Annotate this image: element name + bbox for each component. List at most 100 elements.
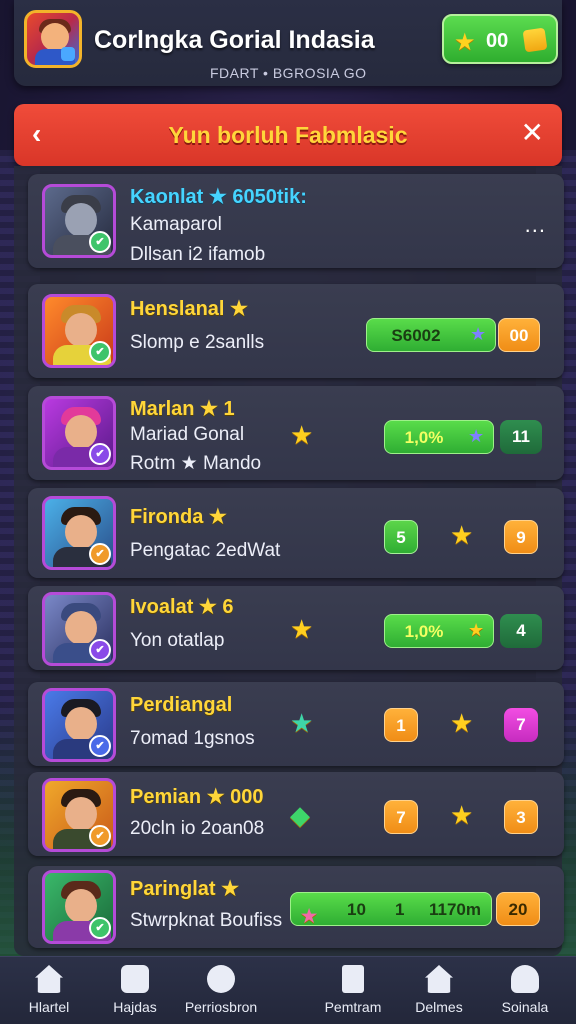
player-line1: Yon otatlap (130, 630, 225, 651)
home-icon (35, 965, 63, 993)
player-row[interactable]: ✔ Ivoalat ★ 6 Yon otatlap ★ 1,0% ★ 4 (28, 586, 564, 670)
value-badge[interactable]: 9 (504, 520, 538, 554)
star-icon: ★ (468, 620, 485, 640)
nav-label: Pemtram (324, 999, 382, 1015)
player-name: Perdiangal (130, 694, 233, 716)
avatar: ✔ (42, 870, 116, 944)
player-line1: Pengatac 2edWat (130, 540, 281, 561)
bar-value-1: 10 (347, 900, 366, 919)
check-badge-icon: ✔ (89, 543, 111, 565)
star-icon: ★ (450, 800, 474, 830)
player-line1: Slomp e 2sanlls (130, 332, 265, 353)
star-icon: ★ (290, 708, 314, 738)
player-row[interactable]: ✔ Fironda ★ Pengatac 2edWat 5 ★ 9 (28, 488, 564, 578)
avatar: ✔ (42, 396, 116, 470)
nav-item-home[interactable]: Hlartel (4, 965, 94, 1015)
value-badge[interactable]: 11 (500, 420, 542, 454)
player-row[interactable]: ✔ Pemian ★ 000 20cln io 2oan08 ◆ 7 ★ 3 (28, 772, 564, 856)
star-icon: ★ (290, 614, 314, 644)
avatar: ✔ (42, 496, 116, 570)
puzzle-icon (207, 965, 235, 993)
nav-item-tablet[interactable]: Pemtram (308, 965, 398, 1015)
nav-item-house[interactable]: Delmes (394, 965, 484, 1015)
shield-badge-icon: ✔ (89, 341, 111, 363)
check-badge-icon: ✔ (89, 639, 111, 661)
avatar: ✔ (42, 688, 116, 762)
avatar: ✔ (42, 294, 116, 368)
nav-item-dice[interactable]: Hajdas (90, 965, 180, 1015)
check-badge-icon: ✔ (89, 443, 111, 465)
value-badge[interactable]: 00 (498, 318, 540, 352)
bar-value-2: 1 (395, 900, 405, 919)
star-icon: ★ (454, 29, 476, 56)
nav-item-puzzle[interactable]: Perriosbron (176, 965, 266, 1015)
value-badge[interactable]: 7 (504, 708, 538, 742)
avatar: ✔ (42, 592, 116, 666)
dice-icon (121, 965, 149, 993)
app-title: Corlngka Gorial Indasia (94, 26, 375, 54)
star-icon: ★ (450, 708, 474, 738)
stat-value: 1,0% (404, 622, 444, 641)
player-row[interactable]: ✔ Paringlat ★ Stwrpknat Boufiss ★ 10 1 1… (28, 866, 564, 948)
player-name: Fironda ★ (130, 506, 227, 528)
ticket-icon (522, 27, 548, 53)
shield-badge-icon: ✔ (89, 231, 111, 253)
nav-label: Hlartel (28, 999, 70, 1015)
value-badge[interactable]: 1 (384, 708, 418, 742)
nav-label: Hajdas (113, 999, 157, 1015)
stat-value: 1,0% (404, 428, 444, 447)
player-row[interactable]: ✔ Perdiangal 7omad 1gsnos ★ 1 ★ 7 (28, 682, 564, 766)
app-subtitle: FDART • BGROSIA GO (210, 65, 367, 81)
nav-label: Perriosbron (184, 999, 258, 1015)
value-badge[interactable]: 4 (500, 614, 542, 648)
player-line1: 7omad 1gsnos (130, 728, 255, 749)
star-icon: ★ (290, 420, 314, 450)
shield-icon: ◆ (290, 800, 310, 830)
value-badge[interactable]: 7 (384, 800, 418, 834)
player-row[interactable]: ✔ Marlan ★ 1 Mariad Gonal Rotm ★ Mando ★… (28, 386, 564, 480)
more-options-icon[interactable]: ... (525, 212, 546, 238)
top-header: Corlngka Gorial Indasia FDART • BGROSIA … (14, 0, 562, 86)
bar-value-3: 1170m (429, 900, 481, 919)
bottom-nav: Hlartel Hajdas Perriosbron Pemtram Delme… (0, 956, 576, 1024)
house-icon (425, 965, 453, 993)
value-badge[interactable]: 20 (496, 892, 540, 926)
player-line2: Rotm ★ Mando (130, 453, 262, 474)
coin-value: 00 (486, 30, 509, 52)
player-line1: Mariad Gonal (130, 424, 245, 445)
check-badge-icon: ✔ (89, 825, 111, 847)
player-row[interactable]: ✔ Kaonlat ★ 6050tik: Kamaparol Dllsan i2… (28, 174, 564, 268)
nav-item-user[interactable]: Soinala (480, 965, 570, 1015)
player-list-panel: ✔ Kaonlat ★ 6050tik: Kamaparol Dllsan i2… (14, 166, 564, 956)
app-logo-icon[interactable] (24, 10, 82, 68)
value-badge[interactable]: 5 (384, 520, 418, 554)
star-icon: ★ (450, 520, 474, 550)
player-line2: Dllsan i2 ifamob (130, 244, 266, 265)
player-line1: Kamaparol (130, 214, 222, 235)
check-badge-icon: ✔ (89, 917, 111, 939)
player-name: Marlan ★ 1 (130, 398, 235, 420)
star-icon: ★ (301, 906, 318, 926)
user-icon (511, 965, 539, 993)
stat-bar: ★ 10 1 1170m (290, 892, 492, 926)
player-name: Ivoalat ★ 6 (130, 596, 234, 618)
nav-label: Delmes (415, 999, 463, 1015)
player-name: Henslanal ★ (130, 298, 248, 320)
close-icon[interactable]: ✕ (521, 116, 544, 149)
dialog-title: Yun borluh Fabmlasic (168, 122, 408, 148)
avatar: ✔ (42, 184, 116, 258)
star-icon: ★ (470, 324, 487, 344)
check-badge-icon: ✔ (89, 735, 111, 757)
nav-label: Soinala (501, 999, 549, 1015)
player-name: Pemian ★ 000 (130, 786, 264, 808)
value-badge[interactable]: 3 (504, 800, 538, 834)
avatar: ✔ (42, 778, 116, 852)
dialog-title-bar: ‹ Yun borluh Fabmlasic ✕ (14, 104, 562, 166)
player-line1: Stwrpknat Boufiss (130, 910, 283, 931)
star-icon: ★ (468, 426, 485, 446)
coin-balance-button[interactable]: ★ 00 (442, 14, 558, 64)
player-row[interactable]: ✔ Henslanal ★ Slomp e 2sanlls S6002 ★ 00 (28, 284, 564, 378)
tablet-icon (342, 965, 364, 993)
player-line1: 20cln io 2oan08 (130, 818, 265, 839)
stat-value: S6002 (391, 326, 441, 345)
